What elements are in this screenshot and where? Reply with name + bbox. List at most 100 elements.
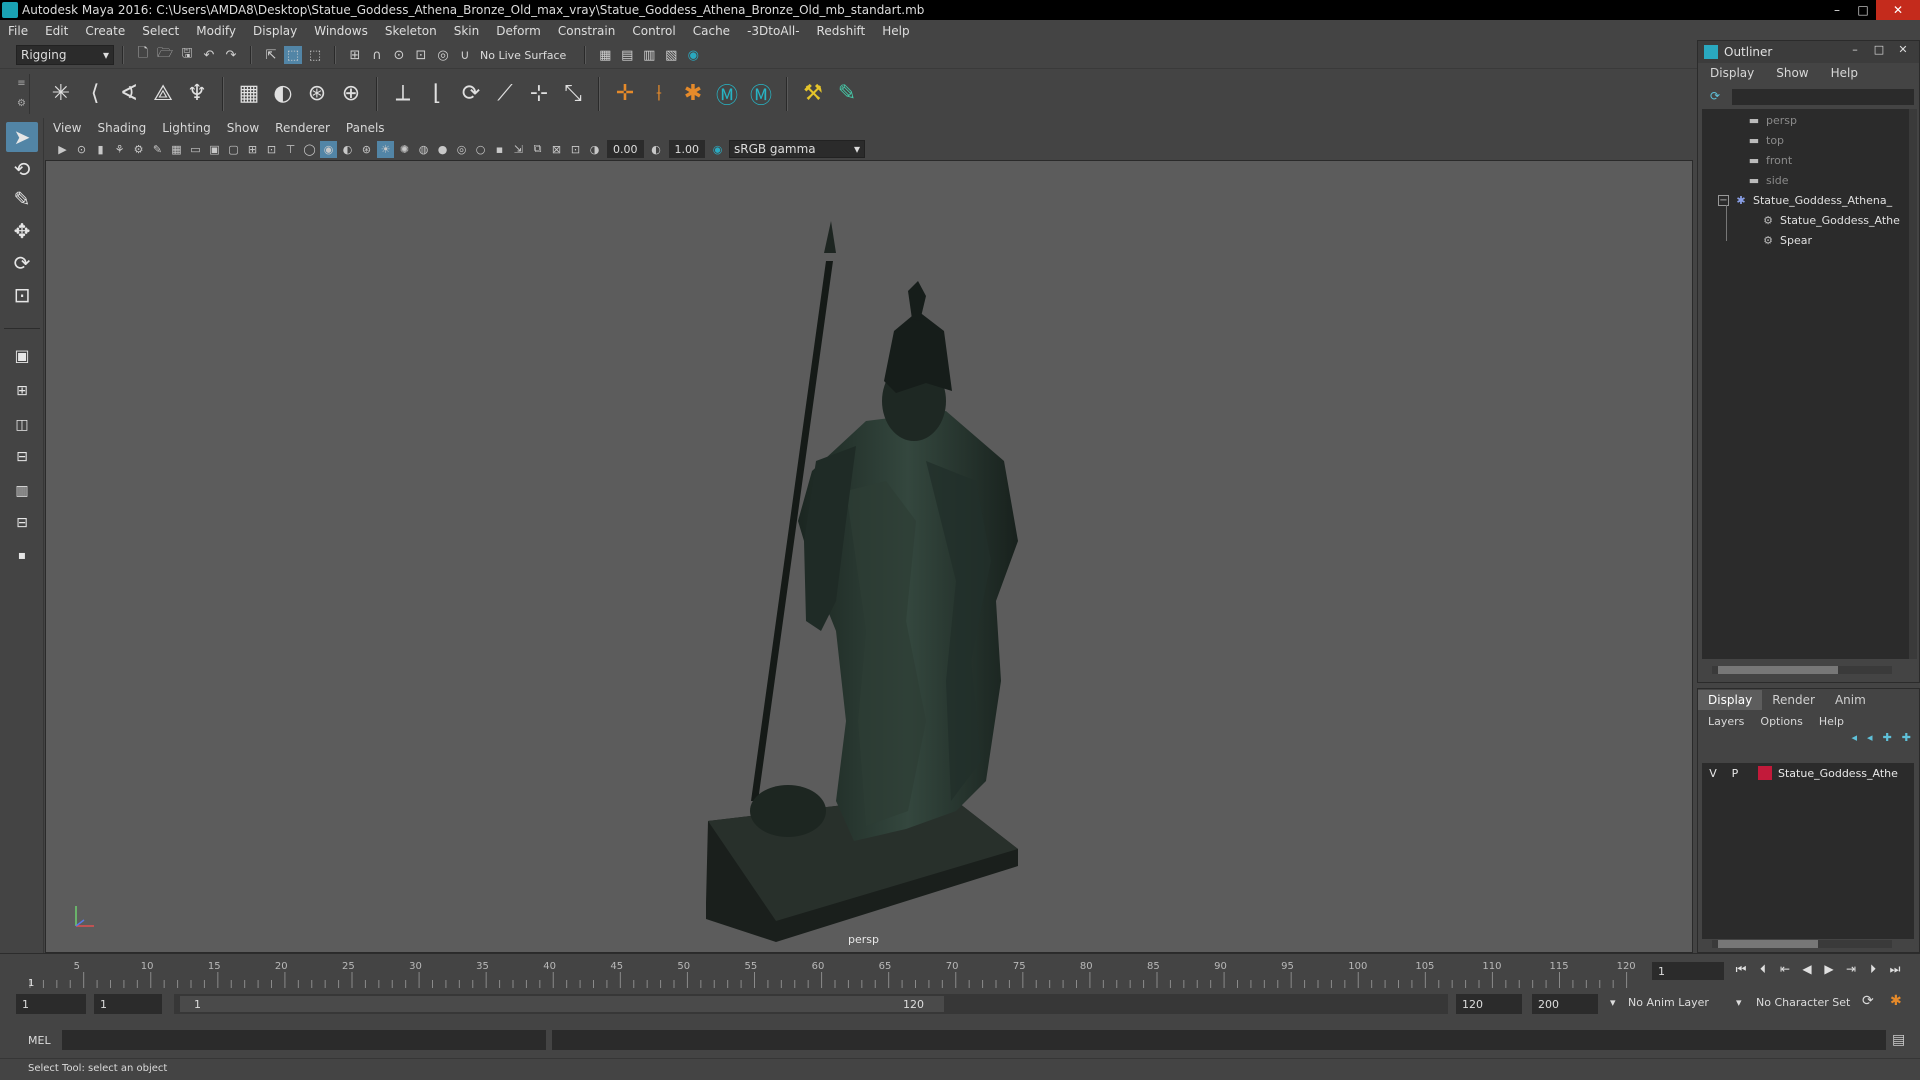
mel-label[interactable]: MEL	[28, 1034, 51, 1047]
current-frame-field[interactable]: 1	[1652, 962, 1724, 980]
humanik-icon[interactable]: ♆	[182, 79, 212, 109]
menu-3dtoall[interactable]: -3DtoAll-	[747, 24, 799, 38]
paint-weights-icon[interactable]: ⟁	[148, 79, 178, 109]
gate-mask-icon[interactable]: ▢	[225, 141, 242, 158]
save-scene-icon[interactable]: 🖫	[178, 46, 196, 64]
maximize-button[interactable]: □	[1850, 0, 1876, 20]
step-forward-key-icon[interactable]: ⇥	[1840, 962, 1862, 977]
go-to-start-icon[interactable]: ⏮	[1730, 962, 1752, 977]
playback-start-field[interactable]: 1	[94, 994, 162, 1014]
outliner-item[interactable]: ▬ top	[1746, 131, 1784, 149]
outliner-item[interactable]: ⚙ Spear	[1760, 231, 1812, 249]
outliner-item[interactable]: − ✱ Statue_Goddess_Athena_	[1718, 191, 1892, 209]
lasso-tool-icon[interactable]: ⟲	[6, 154, 38, 184]
menu-constrain[interactable]: Constrain	[558, 24, 616, 38]
live-surface-label[interactable]: No Live Surface	[480, 49, 566, 62]
move-layer-up-icon[interactable]: ◂	[1852, 731, 1858, 751]
muscle-icon[interactable]: Ⓜ	[712, 79, 742, 109]
playback-end-field[interactable]: 120	[1456, 994, 1522, 1014]
outliner-menu-help[interactable]: Help	[1831, 66, 1858, 80]
image-plane-icon[interactable]: ⚘	[111, 141, 128, 158]
layer-visibility-toggle[interactable]: V	[1702, 767, 1724, 780]
outliner-persp-layout-icon[interactable]: ⊟	[6, 442, 38, 472]
collapse-icon[interactable]: −	[1718, 194, 1729, 206]
outliner-vertical-scrollbar[interactable]	[1909, 109, 1917, 659]
single-view-layout-icon[interactable]: ▣	[6, 340, 38, 370]
animation-end-field[interactable]: 200	[1532, 994, 1598, 1014]
play-backwards-icon[interactable]: ◀	[1796, 962, 1818, 977]
lattice-icon[interactable]: ▦	[234, 79, 264, 109]
color-space-dropdown[interactable]: sRGB gamma ▾	[729, 140, 865, 158]
layer-row[interactable]: V P Statue_Goddess_Athe	[1702, 763, 1914, 783]
menu-edit[interactable]: Edit	[45, 24, 68, 38]
outliner-item[interactable]: ▬ persp	[1746, 111, 1797, 129]
scroll-thumb[interactable]	[1718, 666, 1838, 674]
new-layer-selected-icon[interactable]: ✚	[1902, 731, 1911, 751]
motion-blur-icon[interactable]: ●	[434, 141, 451, 158]
select-hierarchy-icon[interactable]: ⇱	[262, 46, 280, 64]
snap-view-icon[interactable]: ⊡	[412, 46, 430, 64]
menu-create[interactable]: Create	[85, 24, 125, 38]
rotate-tool-icon[interactable]: ⟳	[6, 248, 38, 278]
outliner-maximize-button[interactable]: □	[1867, 43, 1891, 56]
select-object-icon[interactable]: ⬚	[284, 46, 302, 64]
orient-constraint-icon[interactable]: ⟋	[490, 79, 520, 109]
snap-grid-icon[interactable]: ⊞	[346, 46, 364, 64]
auto-key-icon[interactable]: ⟳	[1862, 993, 1874, 1009]
move-tool-icon[interactable]: ✥	[6, 216, 38, 246]
render-frame-icon[interactable]: ▤	[618, 46, 636, 64]
move-layer-down-icon[interactable]: ◂	[1867, 731, 1873, 751]
menu-cache[interactable]: Cache	[693, 24, 730, 38]
new-scene-icon[interactable]: 🗋	[134, 46, 152, 64]
outliner-item[interactable]: ▬ front	[1746, 151, 1792, 169]
menu-redshift[interactable]: Redshift	[817, 24, 866, 38]
select-tool-icon[interactable]: ➤	[6, 122, 38, 152]
exposure-field[interactable]: 0.00	[607, 140, 644, 158]
use-all-lights-icon[interactable]: ☀	[377, 140, 394, 158]
bookmark-icon[interactable]: ▮	[92, 141, 109, 158]
outliner-item[interactable]: ⚙ Statue_Goddess_Athe	[1760, 211, 1900, 229]
xray-active-icon[interactable]: ⊠	[548, 141, 565, 158]
tab-display[interactable]: Display	[1698, 690, 1763, 710]
camera-lock-icon[interactable]: ⊙	[73, 141, 90, 158]
outliner-menu-show[interactable]: Show	[1776, 66, 1808, 80]
film-gate-icon[interactable]: ▭	[187, 141, 204, 158]
ik-spline-icon[interactable]: ∢	[114, 79, 144, 109]
scroll-thumb[interactable]	[1718, 940, 1818, 948]
tab-render[interactable]: Render	[1762, 690, 1825, 710]
safe-action-icon[interactable]: ⊡	[263, 141, 280, 158]
new-layer-icon[interactable]: ✚	[1883, 731, 1892, 751]
snap-curve-icon[interactable]: ∩	[368, 46, 386, 64]
four-view-layout-icon[interactable]: ⊞	[6, 376, 38, 406]
scale-tool-icon[interactable]: ⊡	[6, 280, 38, 310]
menu-help[interactable]: Help	[882, 24, 909, 38]
ambient-occlusion-icon[interactable]: ◍	[415, 141, 432, 158]
depth-of-field-icon[interactable]: ○	[472, 141, 489, 158]
outliner-close-button[interactable]: ✕	[1891, 43, 1915, 56]
range-handle[interactable]: 1 120	[180, 996, 944, 1012]
menu-windows[interactable]: Windows	[314, 24, 368, 38]
live-magnet-icon[interactable]: ∪	[456, 46, 474, 64]
3d-viewport[interactable]: persp	[45, 160, 1693, 953]
menu-deform[interactable]: Deform	[496, 24, 541, 38]
minimize-button[interactable]: –	[1824, 0, 1850, 20]
select-component-icon[interactable]: ⬚	[306, 46, 324, 64]
menu-control[interactable]: Control	[632, 24, 675, 38]
nonlinear-icon[interactable]: ⊕	[336, 79, 366, 109]
menu-skin[interactable]: Skin	[454, 24, 480, 38]
layer-menu-help[interactable]: Help	[1819, 715, 1844, 728]
paint-select-tool-icon[interactable]: ✎	[6, 184, 38, 214]
layer-menu-options[interactable]: Options	[1760, 715, 1802, 728]
gamma-icon[interactable]: ◐	[648, 141, 665, 158]
open-scene-icon[interactable]: 🗁	[156, 46, 174, 64]
redo-icon[interactable]: ↷	[222, 46, 240, 64]
exposure-icon[interactable]: ◑	[586, 141, 603, 158]
scale-constraint-icon[interactable]: ⊹	[524, 79, 554, 109]
driven-key-icon[interactable]: ✱	[678, 79, 708, 109]
animation-start-field[interactable]: 1	[16, 994, 86, 1014]
outliner-search-input[interactable]	[1732, 89, 1914, 105]
undo-icon[interactable]: ↶	[200, 46, 218, 64]
refresh-icon[interactable]: ⟳	[1710, 89, 1720, 103]
menu-select[interactable]: Select	[142, 24, 179, 38]
ik-handle-icon[interactable]: ⟨	[80, 79, 110, 109]
